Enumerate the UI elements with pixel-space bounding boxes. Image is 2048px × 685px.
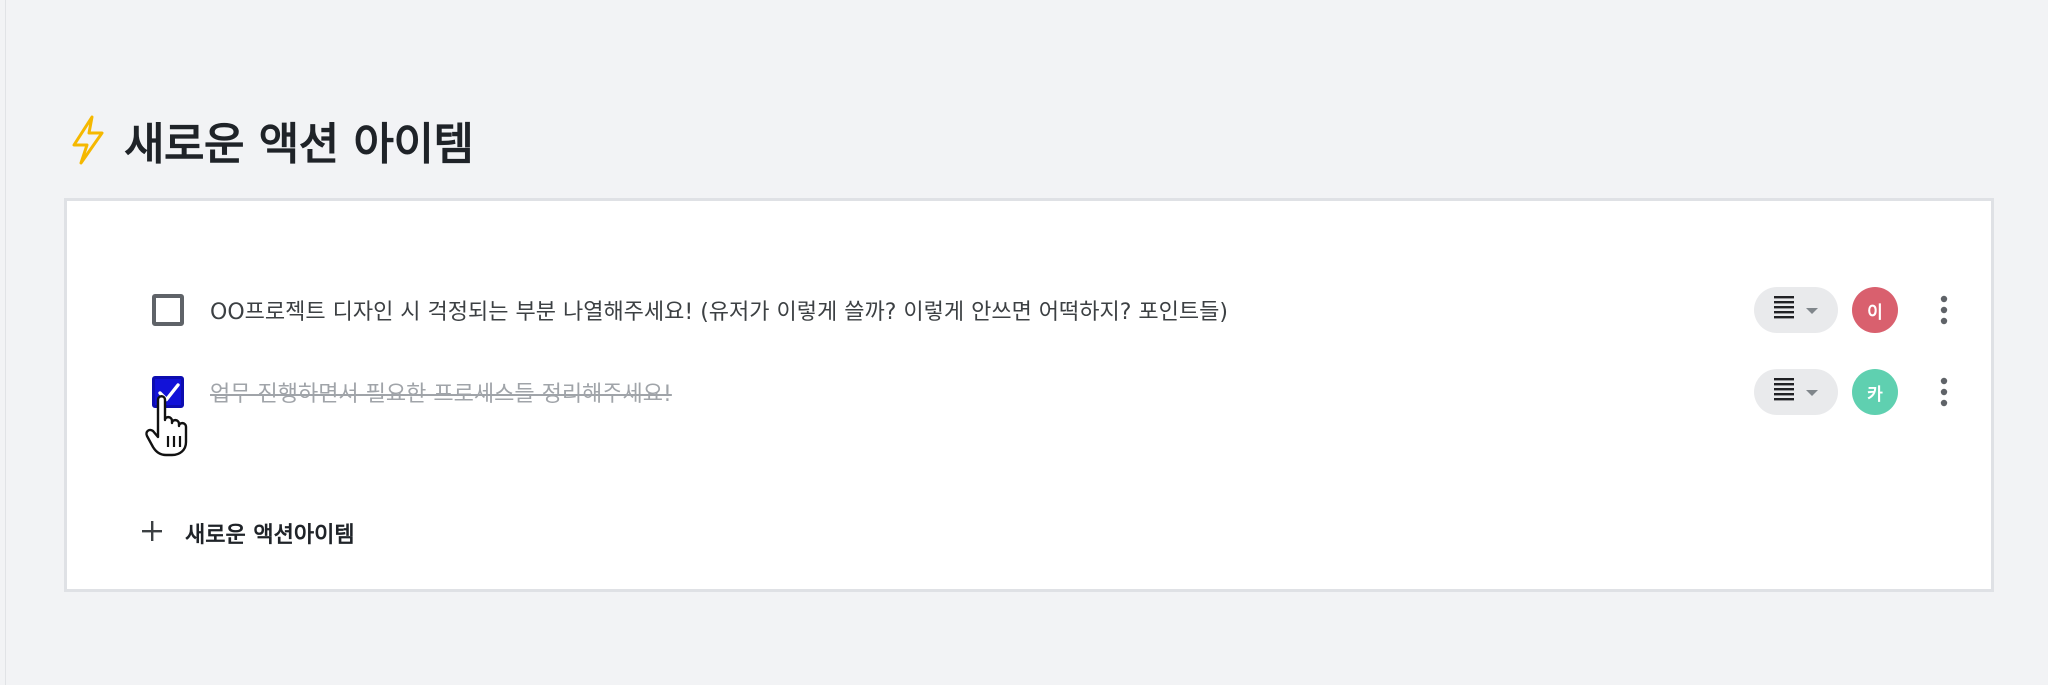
lightning-bolt-icon — [68, 115, 108, 165]
plus-icon — [141, 520, 163, 546]
section-header: 새로운 액션 아이템 — [68, 110, 474, 170]
more-options-icon[interactable] — [1926, 287, 1962, 333]
action-items-card: OO프로젝트 디자인 시 걱정되는 부분 나열해주세요! (유저가 이렇게 쓸까… — [64, 198, 1994, 592]
action-item-checkbox[interactable] — [152, 294, 184, 326]
align-justify-icon — [1773, 295, 1795, 325]
more-options-icon[interactable] — [1926, 369, 1962, 415]
assignee-avatar[interactable]: 이 — [1852, 287, 1898, 333]
checkmark-icon — [158, 383, 180, 402]
align-justify-icon — [1773, 377, 1795, 407]
assignee-initial: 카 — [1867, 384, 1883, 405]
text-format-dropdown[interactable] — [1754, 369, 1838, 415]
action-item-controls: 이 — [1754, 285, 1962, 335]
action-item-controls: 카 — [1754, 367, 1962, 417]
add-action-item-label: 새로운 액션아이템 — [185, 523, 355, 548]
text-format-dropdown[interactable] — [1754, 287, 1838, 333]
action-item-text[interactable]: OO프로젝트 디자인 시 걱정되는 부분 나열해주세요! (유저가 이렇게 쓸까… — [210, 294, 1228, 326]
action-item-text[interactable]: 업무 진행하면서 필요한 프로세스들 정리해주세요! — [210, 376, 672, 408]
chevron-down-icon — [1805, 301, 1819, 320]
assignee-avatar[interactable]: 카 — [1852, 369, 1898, 415]
action-item-row: 업무 진행하면서 필요한 프로세스들 정리해주세요! 카 — [152, 367, 1962, 417]
left-divider — [5, 0, 6, 685]
action-item-row: OO프로젝트 디자인 시 걱정되는 부분 나열해주세요! (유저가 이렇게 쓸까… — [152, 285, 1962, 335]
chevron-down-icon — [1805, 383, 1819, 402]
action-item-checkbox[interactable] — [152, 376, 184, 408]
add-action-item-button[interactable]: 새로운 액션아이템 — [141, 513, 355, 553]
assignee-initial: 이 — [1867, 302, 1883, 323]
section-title: 새로운 액션 아이템 — [124, 119, 474, 170]
